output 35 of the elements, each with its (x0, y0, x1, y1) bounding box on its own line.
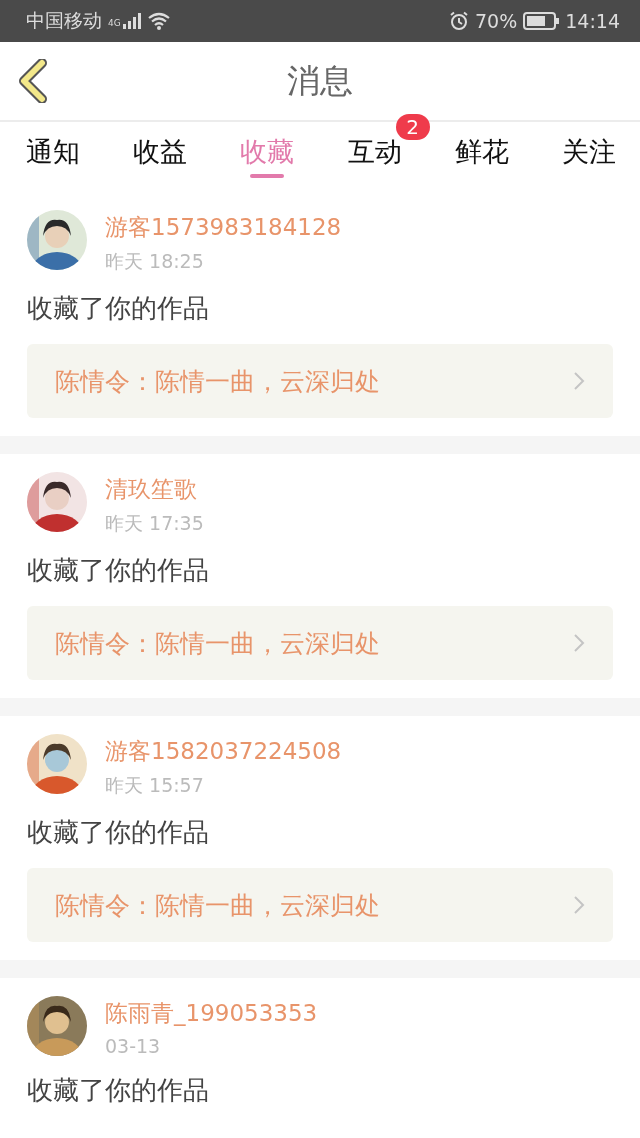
user-name[interactable]: 清玖笙歌 (105, 474, 204, 505)
carrier-name: 中国移动 (26, 8, 102, 33)
battery-icon (523, 12, 560, 30)
back-icon[interactable] (18, 59, 48, 103)
message-text: 收藏了你的作品 (27, 292, 210, 325)
message-time: 03-13 (105, 1035, 162, 1057)
tab[interactable]: 收益 (121, 122, 200, 174)
work-link[interactable]: 陈情令：陈情一曲，云深归处 (27, 344, 613, 418)
chevron-icon (573, 895, 585, 915)
message-text: 收藏了你的作品 (27, 816, 210, 849)
message-time: 昨天 18:25 (105, 249, 205, 274)
network-type: 4G (108, 18, 121, 28)
message-time: 昨天 17:35 (105, 511, 204, 536)
user-name[interactable]: 陈雨青_199053353 (105, 998, 318, 1029)
work-link[interactable]: 陈情令：陈情一曲，云深归处 (27, 606, 613, 680)
wifi-icon (146, 12, 171, 30)
message-text: 收藏了你的作品 (27, 554, 210, 587)
chevron-icon (573, 371, 585, 391)
chevron-icon (573, 633, 585, 653)
work-link[interactable]: 陈情令：陈情一曲，云深归处 (27, 868, 613, 942)
message-text: 收藏了你的作品 (27, 1074, 210, 1107)
clock-time: 14:14 (565, 10, 620, 32)
page-title: 消息 (287, 59, 353, 102)
battery-percent: 70% (475, 10, 518, 32)
count-badge: 2 (395, 114, 430, 140)
alarm-icon (449, 11, 469, 31)
tab-underline (250, 174, 285, 178)
tab[interactable]: 通知 (14, 122, 92, 174)
tab[interactable]: 收藏 (228, 122, 307, 174)
tab[interactable]: 鲜花 (442, 122, 521, 174)
user-name[interactable]: 游客1582037224508 (105, 736, 342, 767)
signal-icon (122, 13, 141, 29)
tab[interactable]: 关注 (549, 122, 628, 174)
message-time: 昨天 15:57 (105, 773, 205, 798)
user-name[interactable]: 游客1573983184128 (105, 212, 342, 243)
